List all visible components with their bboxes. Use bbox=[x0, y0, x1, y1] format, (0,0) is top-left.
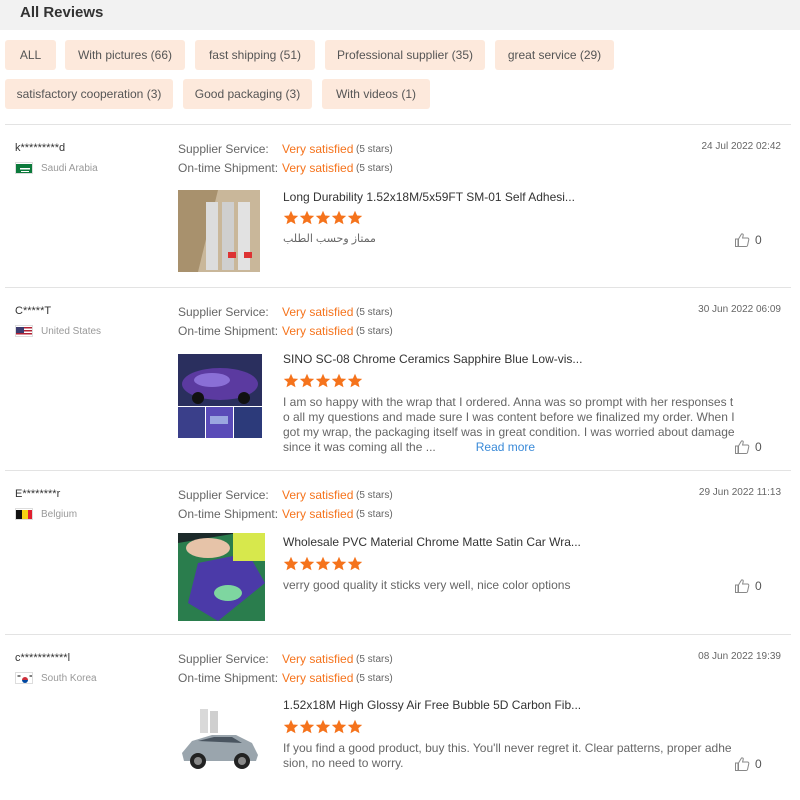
reviewer-country: United States bbox=[41, 326, 102, 337]
star-icon bbox=[315, 719, 331, 734]
flag-saudi-arabia-icon bbox=[15, 162, 33, 174]
shipment-value: Very satisfied bbox=[282, 324, 354, 338]
star-icon bbox=[331, 210, 347, 225]
review-item: k*********d Saudi Arabia Supplier Servic… bbox=[0, 125, 800, 287]
star-icon bbox=[331, 556, 347, 571]
review-text: verry good quality it sticks very well, … bbox=[283, 578, 571, 592]
flag-south-korea-icon bbox=[15, 672, 33, 684]
filter-chip-fast-shipping[interactable]: fast shipping (51) bbox=[195, 40, 315, 70]
reviewer-name: k*********d bbox=[15, 142, 66, 154]
star-icon bbox=[315, 556, 331, 571]
review-date: 08 Jun 2022 19:39 bbox=[698, 651, 781, 662]
reviewer-name: c***********l bbox=[15, 652, 71, 664]
shipment-stars: (5 stars) bbox=[356, 326, 393, 337]
like-count: 0 bbox=[755, 233, 762, 247]
review-date: 29 Jun 2022 11:13 bbox=[698, 487, 781, 498]
star-icon bbox=[283, 373, 299, 388]
reviewer-name: E********r bbox=[15, 488, 61, 500]
supplier-service-stars: (5 stars) bbox=[356, 307, 393, 318]
product-title[interactable]: 1.52x18M High Glossy Air Free Bubble 5D … bbox=[283, 698, 581, 712]
filter-chip-with-videos[interactable]: With videos (1) bbox=[322, 79, 430, 109]
shipment-value: Very satisfied bbox=[282, 161, 354, 175]
supplier-service-value: Very satisfied bbox=[282, 488, 354, 502]
review-text: If you find a good product, buy this. Yo… bbox=[283, 741, 732, 770]
shipment-value: Very satisfied bbox=[282, 507, 354, 521]
reviewer-country: Saudi Arabia bbox=[41, 163, 98, 174]
shipment-stars: (5 stars) bbox=[356, 673, 393, 684]
filter-chip-satisfactory-cooperation[interactable]: satisfactory cooperation (3) bbox=[5, 79, 173, 109]
read-more-link[interactable]: Read more bbox=[476, 440, 535, 454]
flag-united-states-icon bbox=[15, 325, 33, 337]
review-item: c***********l South Korea Supplier Servi… bbox=[0, 635, 800, 800]
star-icon bbox=[299, 210, 315, 225]
reviewer-country: South Korea bbox=[41, 673, 97, 684]
supplier-service-value: Very satisfied bbox=[282, 142, 354, 156]
review-photo[interactable] bbox=[178, 533, 265, 621]
thumbs-up-icon[interactable] bbox=[734, 439, 750, 455]
star-icon bbox=[315, 373, 331, 388]
supplier-service-label: Supplier Service: bbox=[178, 305, 269, 319]
shipment-stars: (5 stars) bbox=[356, 163, 393, 174]
shipment-label: On-time Shipment: bbox=[178, 507, 279, 521]
review-date: 24 Jul 2022 02:42 bbox=[701, 141, 781, 152]
supplier-service-stars: (5 stars) bbox=[356, 144, 393, 155]
shipment-label: On-time Shipment: bbox=[178, 671, 279, 685]
rating-stars bbox=[283, 719, 363, 735]
shipment-stars: (5 stars) bbox=[356, 509, 393, 520]
review-photo[interactable] bbox=[178, 190, 260, 272]
reviewer-country: Belgium bbox=[41, 509, 78, 520]
star-icon bbox=[347, 556, 363, 571]
like-count: 0 bbox=[755, 757, 762, 771]
shipment-value: Very satisfied bbox=[282, 671, 354, 685]
star-icon bbox=[347, 373, 363, 388]
supplier-service-label: Supplier Service: bbox=[178, 652, 269, 666]
page-title: All Reviews bbox=[20, 4, 104, 21]
review-text: ممتاز وحسب الطلب bbox=[283, 233, 376, 245]
product-title[interactable]: Wholesale PVC Material Chrome Matte Sati… bbox=[283, 535, 581, 549]
like-count: 0 bbox=[755, 579, 762, 593]
reviews-header: All Reviews bbox=[0, 0, 800, 30]
shipment-label: On-time Shipment: bbox=[178, 324, 279, 338]
filter-chip-all[interactable]: ALL bbox=[5, 40, 56, 70]
star-icon bbox=[331, 373, 347, 388]
thumbs-up-icon[interactable] bbox=[734, 756, 750, 772]
star-icon bbox=[299, 373, 315, 388]
review-photo[interactable] bbox=[178, 354, 262, 438]
filter-chip-professional-supplier[interactable]: Professional supplier (35) bbox=[325, 40, 485, 70]
rating-stars bbox=[283, 556, 363, 572]
supplier-service-label: Supplier Service: bbox=[178, 488, 269, 502]
review-text: I am so happy with the wrap that I order… bbox=[283, 395, 735, 455]
like-count: 0 bbox=[755, 440, 762, 454]
star-icon bbox=[331, 719, 347, 734]
supplier-service-stars: (5 stars) bbox=[356, 490, 393, 501]
product-title[interactable]: Long Durability 1.52x18M/5x59FT SM-01 Se… bbox=[283, 190, 575, 204]
review-item: C*****T United States Supplier Service: … bbox=[0, 288, 800, 470]
star-icon bbox=[347, 210, 363, 225]
star-icon bbox=[299, 719, 315, 734]
product-title[interactable]: SINO SC-08 Chrome Ceramics Sapphire Blue… bbox=[283, 352, 582, 366]
reviewer-name: C*****T bbox=[15, 305, 52, 317]
filter-chip-great-service[interactable]: great service (29) bbox=[495, 40, 614, 70]
shipment-label: On-time Shipment: bbox=[178, 161, 279, 175]
filter-chip-with-pictures[interactable]: With pictures (66) bbox=[65, 40, 185, 70]
flag-belgium-icon bbox=[15, 508, 33, 520]
star-icon bbox=[299, 556, 315, 571]
rating-stars bbox=[283, 210, 363, 226]
review-date: 30 Jun 2022 06:09 bbox=[698, 304, 781, 315]
star-icon bbox=[283, 210, 299, 225]
supplier-service-value: Very satisfied bbox=[282, 652, 354, 666]
review-photo[interactable] bbox=[178, 707, 262, 773]
filter-chip-good-packaging[interactable]: Good packaging (3) bbox=[183, 79, 312, 109]
supplier-service-stars: (5 stars) bbox=[356, 654, 393, 665]
thumbs-up-icon[interactable] bbox=[734, 232, 750, 248]
star-icon bbox=[283, 556, 299, 571]
thumbs-up-icon[interactable] bbox=[734, 578, 750, 594]
supplier-service-value: Very satisfied bbox=[282, 305, 354, 319]
star-icon bbox=[347, 719, 363, 734]
supplier-service-label: Supplier Service: bbox=[178, 142, 269, 156]
rating-stars bbox=[283, 373, 363, 389]
star-icon bbox=[283, 719, 299, 734]
review-item: E********r Belgium Supplier Service: Ver… bbox=[0, 471, 800, 634]
star-icon bbox=[315, 210, 331, 225]
